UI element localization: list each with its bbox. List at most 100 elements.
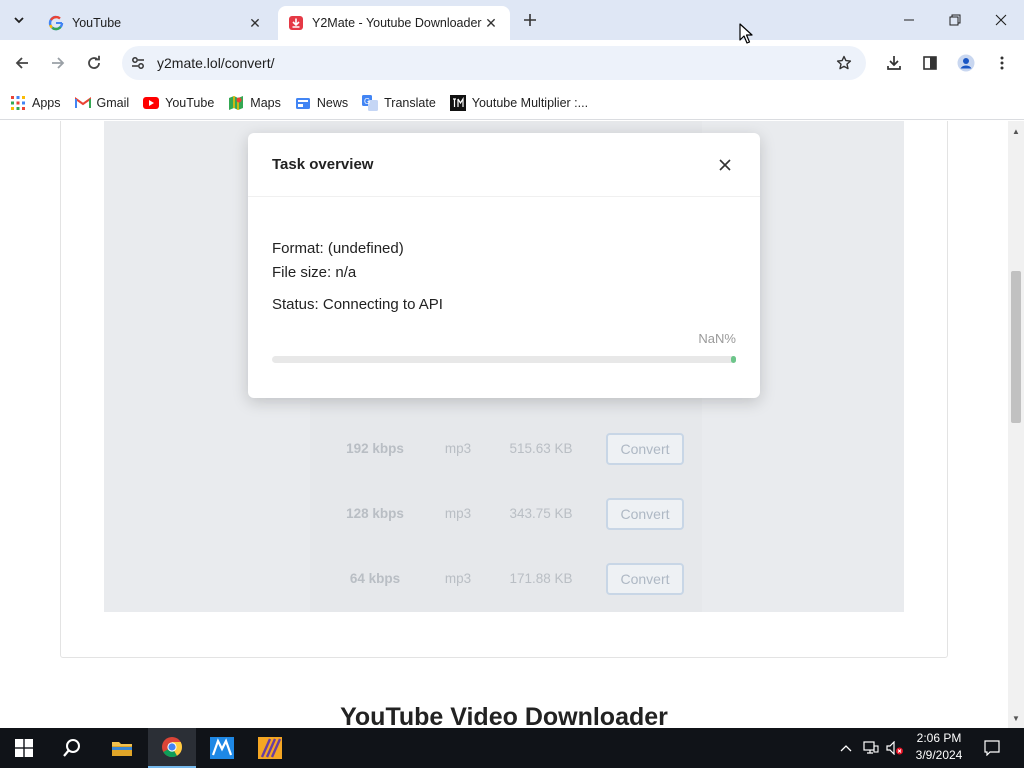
chrome-taskbar-button[interactable]: [148, 728, 196, 768]
profile-button[interactable]: [952, 49, 980, 77]
start-button[interactable]: [0, 728, 48, 768]
network-button[interactable]: [860, 728, 882, 768]
size-cell: 343.75 KB: [509, 506, 573, 521]
chrome-menu-button[interactable]: [988, 49, 1016, 77]
side-panel-icon: [923, 56, 937, 70]
notification-icon: [984, 740, 1000, 756]
tab-title: YouTube: [72, 16, 122, 30]
chevron-down-icon: [14, 17, 24, 24]
format-text: Format: (undefined): [272, 240, 404, 257]
chrome-icon: [162, 737, 183, 758]
bookmark-youtube-multiplier[interactable]: Youtube Multiplier :...: [449, 94, 588, 111]
bookmarks-bar: Apps Gmail YouTube Maps News G Translate: [0, 86, 1024, 120]
folder-icon: [112, 742, 132, 756]
reload-button[interactable]: [80, 49, 108, 77]
quality-cell: 192 kbps: [346, 441, 404, 456]
file-explorer-button[interactable]: [98, 728, 146, 768]
convert-button[interactable]: Convert: [606, 432, 684, 465]
bookmark-translate[interactable]: G Translate: [362, 94, 436, 111]
address-bar[interactable]: y2mate.lol/convert/: [122, 46, 866, 80]
back-button[interactable]: [8, 49, 36, 77]
scroll-down-arrow-icon[interactable]: ▼: [1008, 710, 1024, 726]
close-tab-icon[interactable]: ✕: [246, 14, 264, 32]
bookmark-label: News: [316, 95, 349, 110]
notifications-button[interactable]: [978, 728, 1006, 768]
avatar-icon: [957, 54, 975, 72]
volume-muted-icon: [886, 741, 903, 755]
reload-icon: [88, 55, 100, 69]
progress-fill: [731, 356, 736, 363]
chevron-up-icon: [840, 745, 852, 752]
app-m-icon: [210, 737, 234, 759]
table-row: 128 kbps mp3 343.75 KB Convert: [310, 481, 702, 546]
convert-button[interactable]: Convert: [606, 562, 684, 595]
back-arrow-icon: [15, 57, 28, 69]
scrollbar-thumb[interactable]: [1011, 271, 1021, 423]
downloads-button[interactable]: [880, 49, 908, 77]
gmail-icon: [74, 95, 91, 111]
app-taskbar-button[interactable]: [198, 728, 246, 768]
kebab-menu-icon: [1000, 56, 1004, 70]
search-button[interactable]: [48, 728, 96, 768]
progress-bar: [272, 356, 736, 363]
restore-button[interactable]: [932, 0, 978, 40]
bookmark-gmail[interactable]: Gmail: [74, 95, 130, 111]
site-settings-icon[interactable]: [124, 49, 152, 77]
translate-icon: G: [362, 94, 379, 111]
restore-icon: [949, 14, 961, 26]
bookmark-label: Gmail: [96, 95, 130, 110]
browser-toolbar: y2mate.lol/convert/: [0, 40, 1024, 86]
bookmark-star-icon[interactable]: [830, 49, 858, 77]
progress-percent: NaN%: [698, 331, 736, 346]
y2mate-download-icon: [288, 15, 304, 31]
clock-date: 3/9/2024: [915, 748, 963, 762]
task-overview-modal: Task overview Format: (undefined) File s…: [248, 133, 760, 398]
side-panel-button[interactable]: [916, 49, 944, 77]
download-icon: [887, 56, 901, 70]
system-clock[interactable]: 2:06 PM 3/9/2024: [906, 730, 972, 766]
forward-button[interactable]: [44, 49, 72, 77]
close-icon: [719, 158, 731, 171]
modal-header: Task overview: [248, 133, 760, 197]
tab-strip: YouTube ✕ Y2Mate - Youtube Downloader ✕: [0, 0, 1024, 40]
modal-body: Format: (undefined) File size: n/a Statu…: [248, 197, 760, 363]
bookmark-youtube[interactable]: YouTube: [143, 95, 214, 111]
show-hidden-icons-button[interactable]: [836, 728, 856, 768]
bookmark-apps[interactable]: Apps: [10, 95, 61, 111]
format-cell: mp3: [444, 506, 472, 521]
page-heading: YouTube Video Downloader: [340, 703, 668, 728]
table-row: 64 kbps mp3 171.88 KB Convert: [310, 546, 702, 611]
bookmark-label: Maps: [250, 95, 281, 110]
close-modal-button[interactable]: [714, 154, 736, 176]
close-icon: [995, 14, 1007, 26]
windows-taskbar: 2:06 PM 3/9/2024: [0, 728, 1024, 768]
minimize-button[interactable]: [886, 0, 932, 40]
table-row: 192 kbps mp3 515.63 KB Convert: [310, 416, 702, 481]
bookmark-maps[interactable]: Maps: [228, 95, 281, 111]
tab-y2mate[interactable]: Y2Mate - Youtube Downloader ✕: [278, 6, 510, 40]
tab-youtube[interactable]: YouTube ✕: [38, 6, 274, 40]
news-icon: [295, 95, 311, 111]
close-window-button[interactable]: [978, 0, 1024, 40]
size-cell: 171.88 KB: [509, 571, 573, 586]
file-size-text: File size: n/a: [272, 264, 357, 281]
scroll-up-arrow-icon[interactable]: ▲: [1008, 123, 1024, 139]
page-scrollbar[interactable]: ▲ ▼: [1008, 121, 1024, 728]
tab-search-button[interactable]: [6, 7, 32, 33]
minimize-icon: [904, 19, 914, 21]
close-tab-icon[interactable]: ✕: [482, 14, 500, 32]
convert-button[interactable]: Convert: [606, 497, 684, 530]
youtube-icon: [143, 95, 160, 111]
new-tab-button[interactable]: [518, 8, 542, 32]
quality-cell: 128 kbps: [346, 506, 404, 521]
volume-button[interactable]: [884, 728, 906, 768]
quality-cell: 64 kbps: [349, 571, 401, 586]
ytm-icon: [449, 94, 466, 111]
windows-logo-icon: [15, 739, 33, 757]
modal-title: Task overview: [272, 156, 374, 173]
bookmark-news[interactable]: News: [295, 95, 348, 111]
bookmark-label: YouTube: [165, 95, 215, 110]
url-text[interactable]: y2mate.lol/convert/: [157, 55, 830, 71]
app-taskbar-button[interactable]: [246, 728, 294, 768]
format-cell: mp3: [444, 571, 472, 586]
